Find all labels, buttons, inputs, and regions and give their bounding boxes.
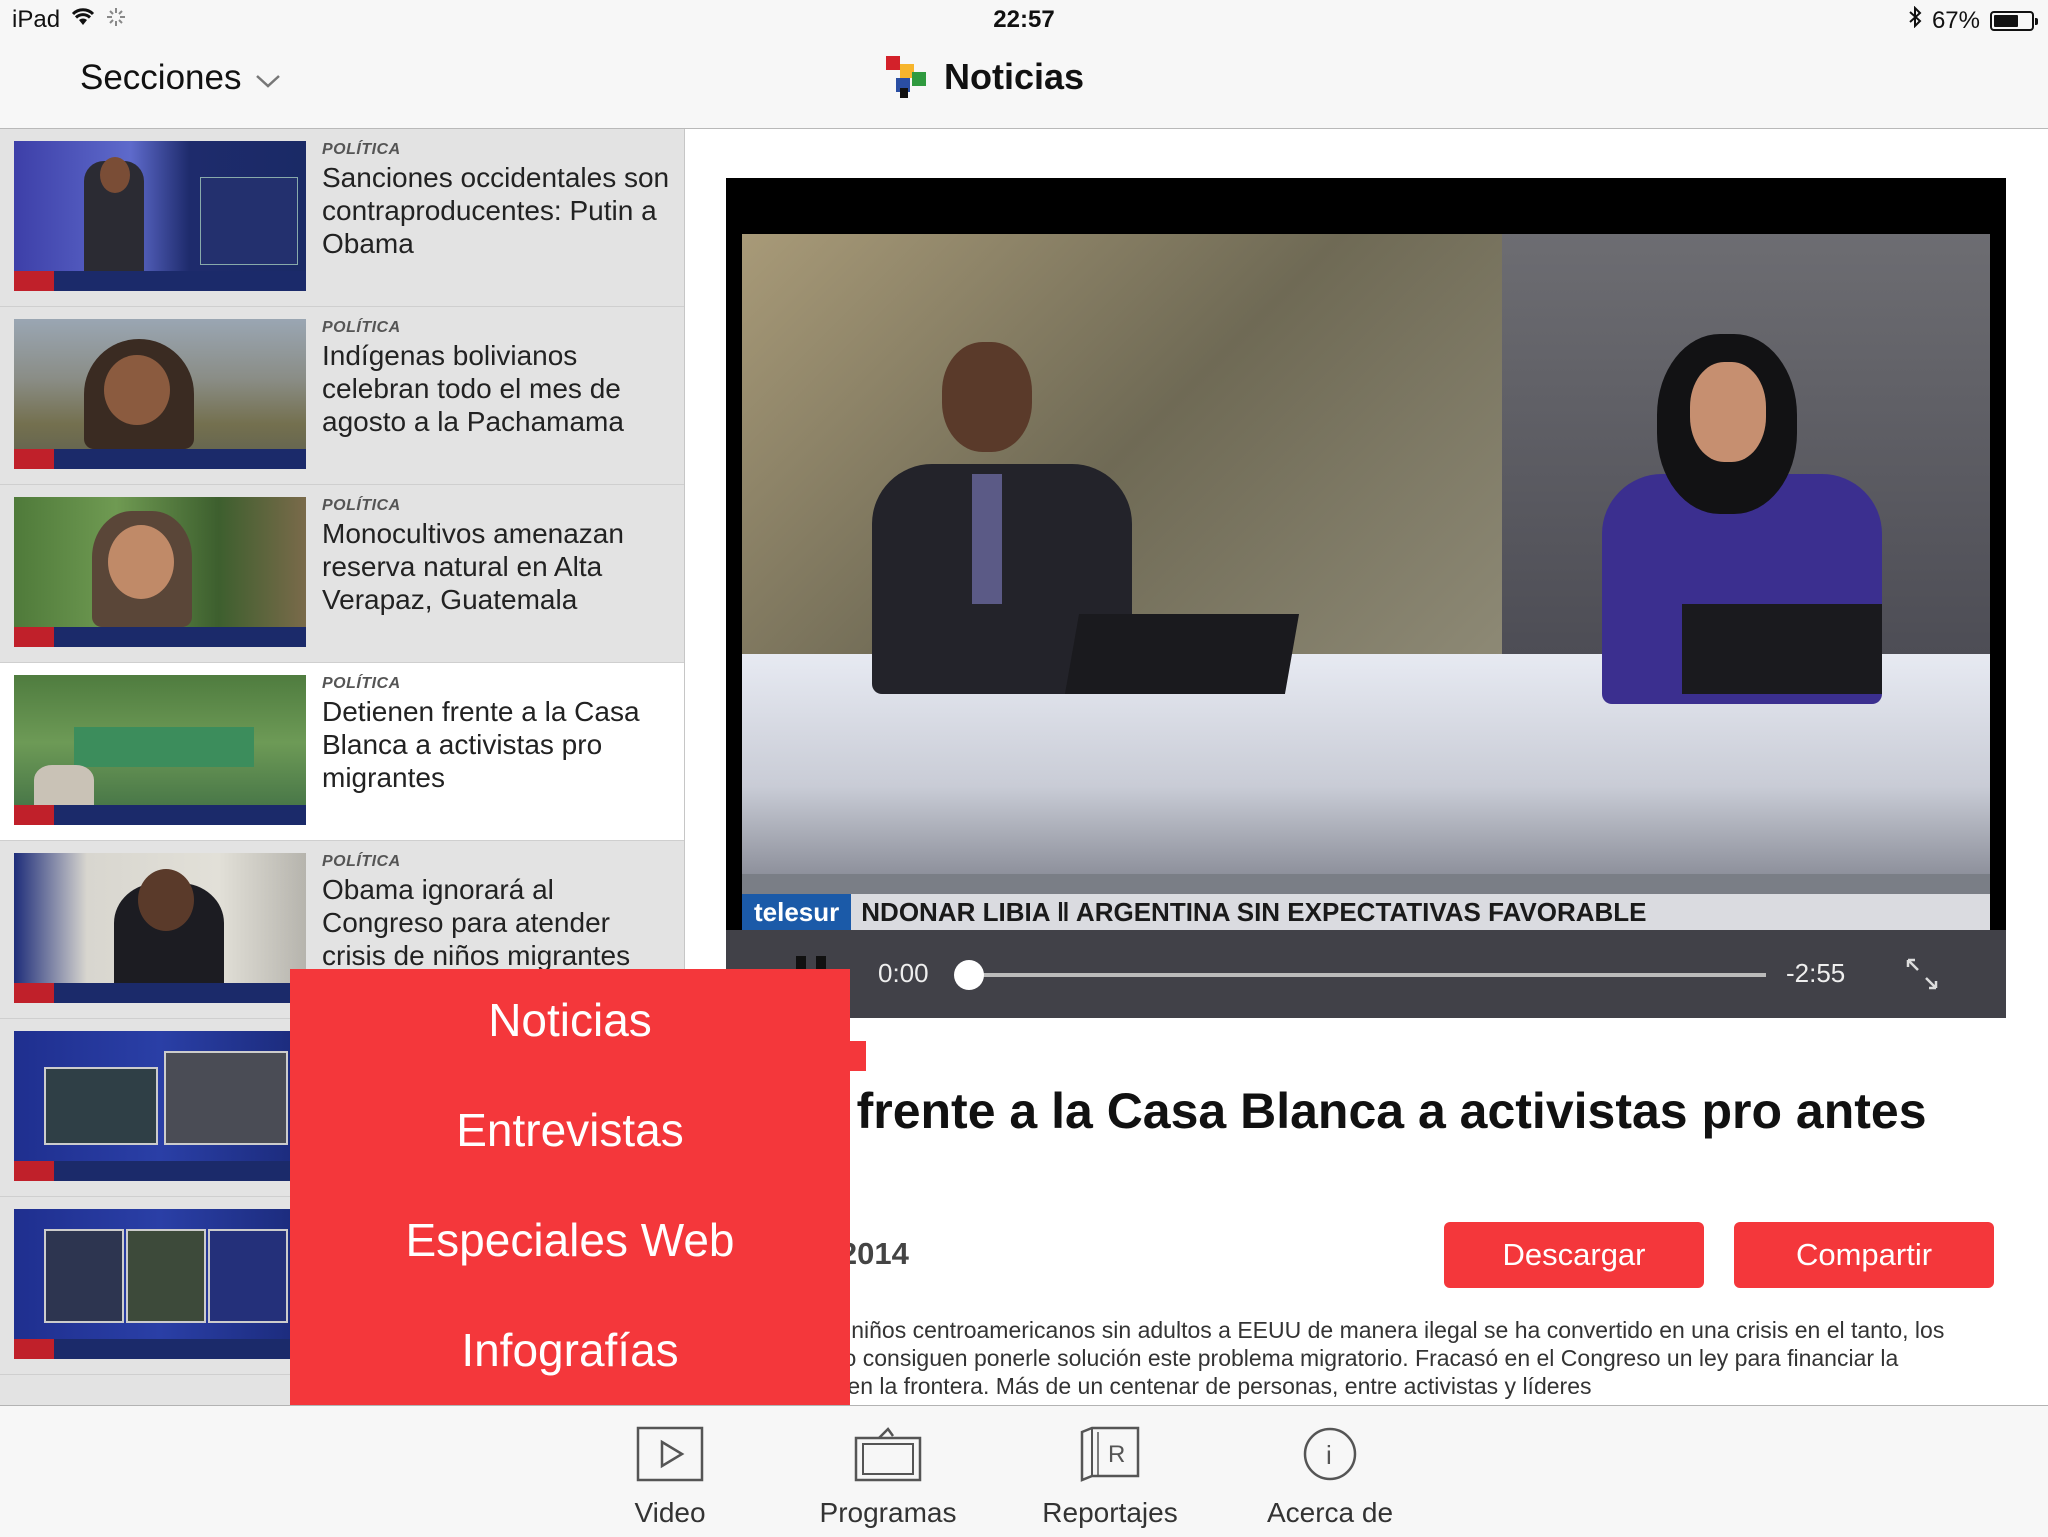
menu-item-noticias[interactable]: Noticias — [290, 993, 850, 1047]
sections-menu: Noticias Entrevistas Especiales Web Info… — [290, 969, 866, 1405]
chevron-down-icon — [255, 58, 281, 98]
bluetooth-icon — [1908, 5, 1922, 35]
video-player[interactable]: telesur NDONAR LIBIA ‖ ARGENTINA SIN EXP… — [726, 178, 2006, 1018]
list-item-category: POLÍTICA — [322, 853, 401, 870]
battery-level — [1994, 14, 2018, 27]
list-item-category: POLÍTICA — [322, 319, 401, 336]
list-item-headline: Detienen frente a la Casa Blanca a activ… — [322, 696, 640, 793]
list-item-category: POLÍTICA — [322, 497, 401, 514]
app-title: Noticias — [882, 54, 1084, 100]
tv-icon — [853, 1427, 923, 1486]
video-thumbnail — [14, 675, 306, 825]
svg-text:R: R — [1108, 1441, 1125, 1468]
download-button[interactable]: Descargar — [1444, 1222, 1704, 1288]
article-body: masiva de niños centroamericanos sin adu… — [740, 1317, 1945, 1399]
list-item[interactable]: POLÍTICA Sanciones occidentales son cont… — [0, 129, 684, 307]
tab-video[interactable]: Video — [570, 1426, 770, 1529]
list-item[interactable]: POLÍTICA Indígenas bolivianos celebran t… — [0, 307, 684, 485]
scrubber-handle[interactable] — [954, 960, 984, 990]
tab-label: Acerca de — [1266, 1497, 1394, 1528]
tab-label: Programas — [819, 1497, 957, 1528]
menu-item-especiales-web[interactable]: Especiales Web — [290, 1213, 850, 1267]
share-button[interactable]: Compartir — [1734, 1222, 1994, 1288]
player-controls: 0:00 -2:55 — [726, 930, 2006, 1018]
ticker-text: NDONAR LIBIA ‖ ARGENTINA SIN EXPECTATIVA… — [851, 894, 1990, 930]
battery-icon — [1990, 10, 2038, 31]
tab-label: Video — [634, 1497, 706, 1528]
list-item-headline: Indígenas bolivianos celebran todo el me… — [322, 340, 624, 437]
progress-track[interactable] — [966, 973, 1766, 977]
list-item-headline: Obama ignorará al Congreso para atender … — [322, 874, 631, 971]
video-thumbnail — [14, 497, 306, 647]
status-bar: iPad 22:57 67% — [0, 0, 2048, 40]
play-icon — [636, 1426, 704, 1486]
info-icon: i — [1302, 1427, 1358, 1486]
sections-dropdown-button[interactable]: Secciones — [80, 58, 281, 98]
reportajes-icon: R — [1078, 1426, 1142, 1486]
sections-label: Secciones — [80, 58, 242, 97]
article-title: enen frente a la Casa Blanca a activista… — [726, 1083, 1927, 1139]
video-thumbnail — [14, 1209, 306, 1359]
battery-percent: 67% — [1931, 6, 1980, 34]
list-item-headline: Monocultivos amenazan reserva natural en… — [322, 518, 624, 615]
ticker-brand: telesur — [742, 894, 852, 930]
video-thumbnail — [14, 1031, 306, 1181]
video-thumbnail — [14, 319, 306, 469]
clock: 22:57 — [993, 6, 1055, 33]
fullscreen-icon[interactable] — [1904, 956, 1940, 997]
tab-label: Reportajes — [1042, 1497, 1178, 1528]
svg-text:i: i — [1326, 1440, 1332, 1470]
navigation-bar: Secciones Noticias — [0, 40, 2048, 129]
tab-programas[interactable]: Programas — [788, 1426, 988, 1529]
video-thumbnail — [14, 141, 306, 291]
video-thumbnail — [14, 853, 306, 1003]
tab-bar: Video Programas R Reportajes i Acerca de — [0, 1405, 2048, 1537]
video-frame: telesur NDONAR LIBIA ‖ ARGENTINA SIN EXP… — [742, 234, 1990, 930]
menu-item-entrevistas[interactable]: Entrevistas — [290, 1103, 850, 1157]
tab-acerca-de[interactable]: i Acerca de — [1230, 1426, 1430, 1529]
remaining-time: -2:55 — [1786, 958, 1846, 988]
list-item[interactable]: POLÍTICA Monocultivos amenazan reserva n… — [0, 485, 684, 663]
menu-item-infografias[interactable]: Infografías — [290, 1323, 850, 1377]
elapsed-time: 0:00 — [878, 958, 929, 988]
telesur-logo-icon — [882, 54, 928, 100]
list-item-headline: Sanciones occidentales son contraproduce… — [322, 162, 670, 259]
nav-title: Noticias — [944, 56, 1085, 97]
list-item-category: POLÍTICA — [322, 675, 401, 692]
list-item[interactable]: POLÍTICA Detienen frente a la Casa Blanc… — [0, 663, 684, 841]
tab-reportajes[interactable]: R Reportajes — [1010, 1426, 1210, 1529]
list-item-category: POLÍTICA — [322, 141, 401, 158]
